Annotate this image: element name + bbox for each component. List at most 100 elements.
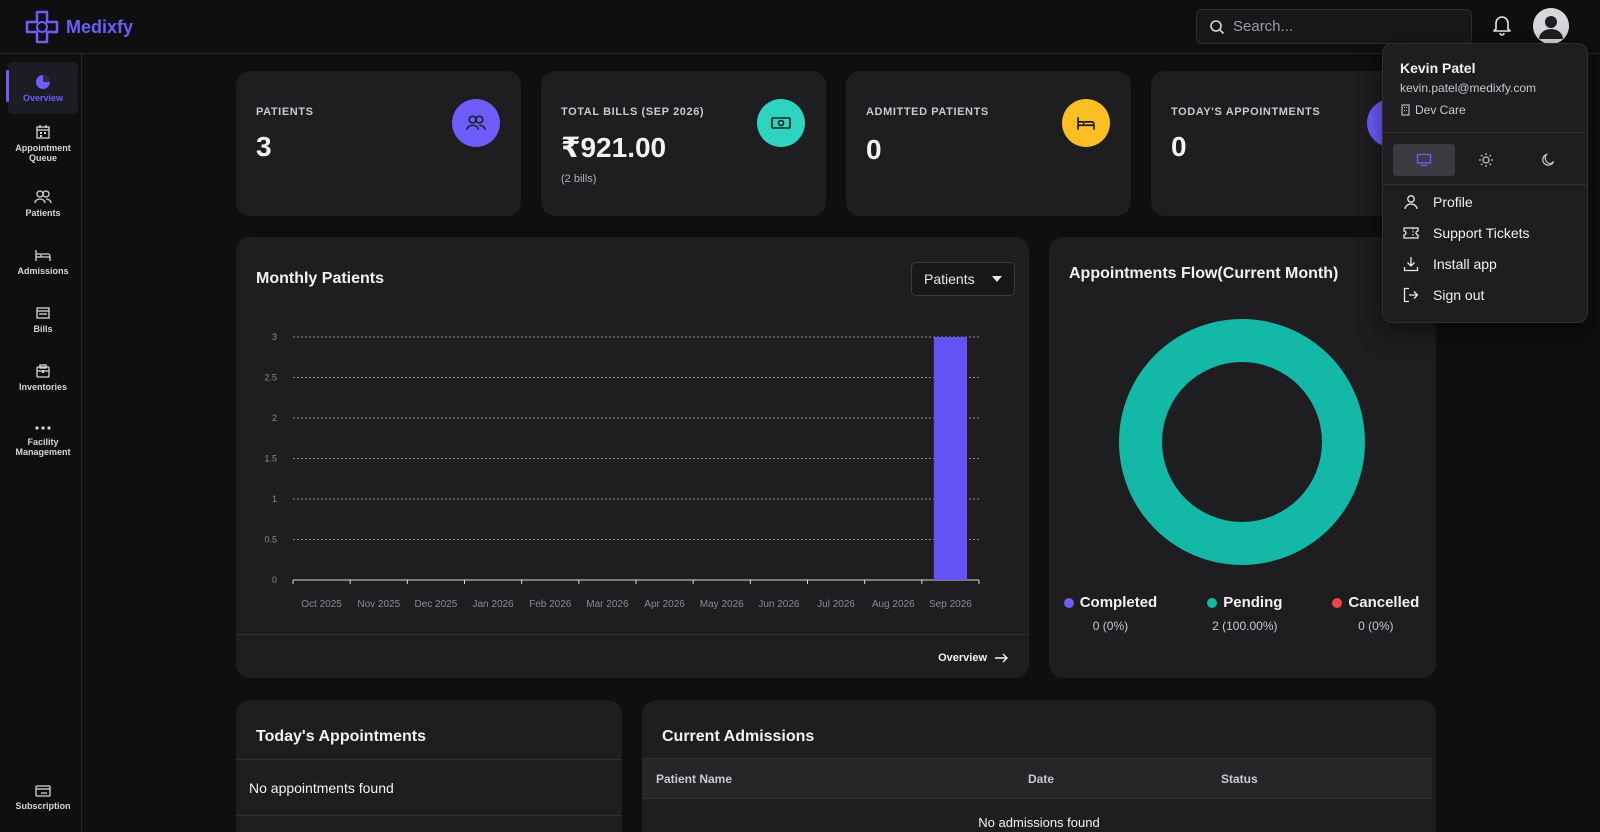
sidebar-item-facility-management[interactable]: Facility Management — [8, 422, 78, 457]
y-tick-label: 0 — [272, 575, 277, 585]
stat-value: 0 — [866, 134, 882, 165]
metric-select-value: Patients — [924, 271, 975, 287]
stat-icon-badge — [452, 99, 500, 147]
legend-entry: Pending — [1207, 594, 1282, 611]
x-tick-label: Mar 2026 — [586, 599, 629, 610]
y-tick-label: 0.5 — [264, 535, 277, 545]
legend-label: Pending — [1223, 594, 1283, 611]
sidebar-item-label: Inventories — [18, 382, 67, 392]
legend-item[interactable]: Completed 0 (0%) — [1063, 594, 1158, 633]
x-tick-label: Dec 2025 — [415, 599, 458, 610]
building-icon — [1401, 104, 1410, 116]
stat-sub: (2 bills) — [561, 173, 597, 185]
bed-icon — [1077, 117, 1095, 130]
overview-link[interactable]: Overview — [938, 652, 1009, 664]
theme-light-button[interactable] — [1455, 144, 1517, 176]
empty-admissions-message: No admissions found — [978, 815, 1100, 830]
x-tick-label: Sep 2026 — [929, 599, 972, 610]
cash-icon — [771, 117, 791, 129]
user-email: kevin.patel@medixfy.com — [1400, 81, 1537, 95]
legend-dot — [1332, 597, 1343, 608]
panel-divider — [236, 634, 1029, 635]
x-tick-label: Jul 2026 — [817, 599, 855, 610]
stat-value: 0 — [1171, 131, 1187, 162]
sidebar-item-inventories[interactable]: Inventories — [8, 363, 78, 392]
user-name: Kevin Patel — [1400, 60, 1476, 76]
menu-item-install-app[interactable]: Install app — [1403, 256, 1497, 272]
sidebar-item-appointment-queue[interactable]: Appointment Queue — [8, 124, 78, 163]
menu-item-sign-out[interactable]: Sign out — [1403, 287, 1484, 303]
empty-appointments-message: No appointments found — [249, 780, 394, 796]
x-tick-label: Oct 2025 — [301, 599, 342, 610]
theme-dark-button[interactable] — [1517, 144, 1579, 176]
column-header-date[interactable]: Date — [1028, 772, 1054, 786]
pie-chart-icon — [36, 74, 50, 89]
x-tick-label: May 2026 — [700, 599, 744, 610]
card-icon — [35, 785, 51, 797]
y-tick-label: 1.5 — [264, 454, 277, 464]
box-icon — [36, 364, 50, 378]
panel-title: Monthly Patients — [256, 270, 385, 287]
search-box[interactable] — [1196, 9, 1472, 44]
legend-value: 2 (100.00%) — [1212, 619, 1278, 633]
todays-appointments-panel: Today's Appointments No appointments fou… — [236, 700, 622, 832]
avatar[interactable] — [1533, 8, 1569, 44]
calendar-icon — [36, 125, 50, 139]
legend-item[interactable]: Pending 2 (100.00%) — [1207, 594, 1282, 633]
download-icon — [1403, 257, 1419, 272]
sidebar-item-bills[interactable]: Bills — [8, 305, 78, 334]
legend-value: 0 (0%) — [1358, 619, 1394, 633]
sidebar-item-admissions[interactable]: Admissions — [8, 247, 78, 276]
menu-item-profile[interactable]: Profile — [1403, 194, 1473, 210]
users-icon — [34, 190, 52, 204]
y-tick-label: 2 — [272, 413, 277, 423]
admissions-table-header: Patient Name Date Status — [642, 758, 1432, 799]
y-tick-label: 1 — [272, 494, 277, 504]
bell-icon — [1493, 16, 1511, 36]
stat-card-patients: PATIENTS 3 — [236, 71, 521, 216]
sidebar-item-patients[interactable]: Patients — [8, 189, 78, 218]
y-tick-label: 2.5 — [264, 373, 277, 383]
legend-dot — [1063, 597, 1074, 608]
users-icon — [466, 115, 486, 130]
x-tick-label: Feb 2026 — [529, 599, 572, 610]
x-tick-label: Nov 2025 — [357, 599, 400, 610]
metric-select[interactable]: Patients — [911, 262, 1015, 296]
sidebar-item-label: Admissions — [17, 266, 69, 276]
menu-divider — [1383, 184, 1587, 185]
overview-link-label: Overview — [938, 652, 987, 664]
monitor-icon — [1416, 153, 1432, 167]
sidebar-item-label: Bills — [33, 324, 53, 334]
brand-logo[interactable]: Medixfy — [24, 9, 133, 45]
arrow-right-icon — [995, 653, 1008, 663]
sidebar-item-label: Subscription — [15, 801, 71, 811]
theme-system-button[interactable] — [1393, 144, 1455, 176]
search-input[interactable] — [1233, 18, 1453, 35]
legend-item[interactable]: Cancelled 0 (0%) — [1332, 594, 1419, 633]
column-header-status[interactable]: Status — [1221, 772, 1258, 786]
search-icon — [1210, 19, 1225, 34]
sidebar-item-subscription[interactable]: Subscription — [8, 784, 78, 811]
panel-divider — [236, 815, 622, 816]
menu-item-label: Install app — [1433, 256, 1497, 272]
donut-slice[interactable] — [1119, 319, 1365, 565]
menu-item-support-tickets[interactable]: Support Tickets — [1403, 225, 1530, 241]
legend-label: Completed — [1079, 594, 1158, 611]
x-tick-label: Aug 2026 — [872, 599, 915, 610]
sidebar-item-overview[interactable]: Overview — [6, 62, 78, 114]
sidebar: Overview Appointment Queue Patients Admi… — [0, 54, 82, 832]
panel-title: Appointments Flow(Current Month) — [1069, 265, 1339, 282]
ticket-icon — [1403, 227, 1419, 239]
current-admissions-panel: Current Admissions Patient Name Date Sta… — [642, 700, 1436, 832]
column-header-patient-name[interactable]: Patient Name — [656, 772, 732, 786]
theme-switcher — [1393, 144, 1579, 176]
notification-button[interactable] — [1492, 14, 1512, 41]
bar[interactable] — [933, 337, 967, 580]
stat-icon-badge — [757, 99, 805, 147]
menu-item-label: Sign out — [1433, 287, 1485, 303]
stat-value: 3 — [256, 131, 272, 162]
donut-legend: Completed 0 (0%) Pending 2 (100.00%) Cancell… — [1049, 594, 1434, 633]
stat-label: TODAY'S APPOINTMENTS — [1171, 106, 1321, 118]
y-tick-label: 3 — [272, 332, 277, 342]
stat-card-total-bills: TOTAL BILLS (SEP 2026) ₹921.00 (2 bills) — [541, 71, 826, 216]
